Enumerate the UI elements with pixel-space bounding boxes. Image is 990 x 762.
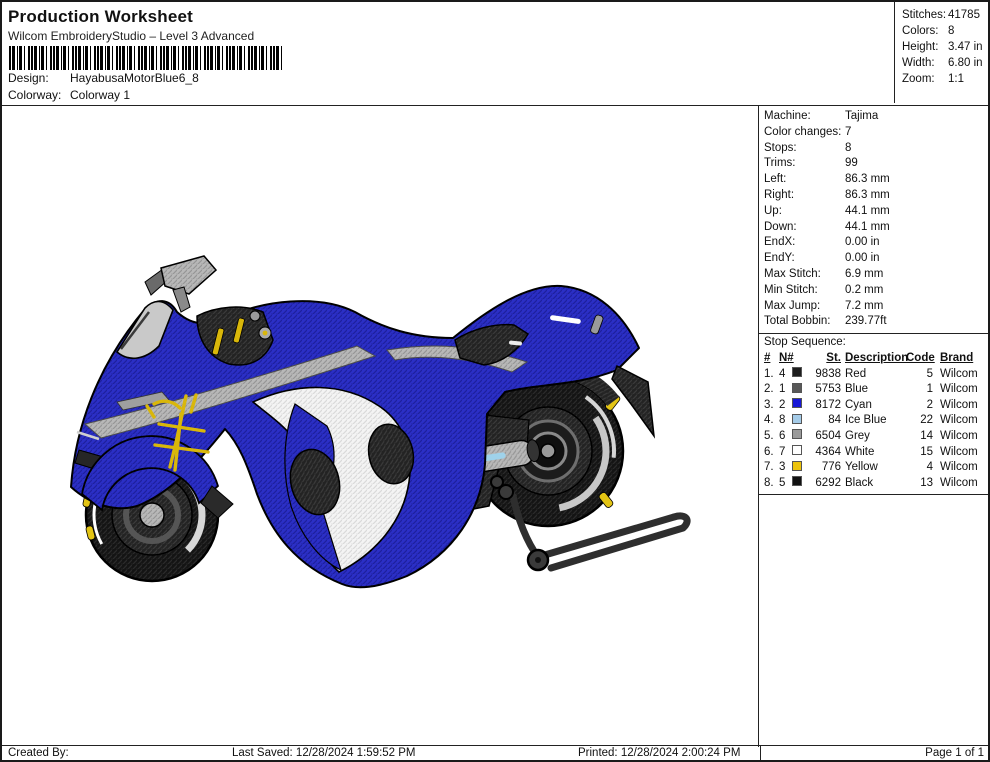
design-row: Design:HayabusaMotorBlue6_8 xyxy=(8,71,199,85)
summary-box: Stitches:41785 Colors:8 Height:3.47 in W… xyxy=(894,2,990,103)
footer-last-saved: Last Saved: 12/28/2024 1:59:52 PM xyxy=(232,747,416,759)
col-needle: N# xyxy=(779,352,792,364)
machine-row: Right:86.3 mm xyxy=(759,188,990,204)
stop-sequence-row: 1.49838Red5Wilcom xyxy=(759,366,990,382)
col-code: Code xyxy=(906,352,933,364)
machine-row: Machine:Tajima xyxy=(759,109,990,125)
software-subtitle: Wilcom EmbroideryStudio – Level 3 Advanc… xyxy=(8,29,254,43)
colorway-row: Colorway:Colorway 1 xyxy=(8,88,130,102)
machine-row: Max Stitch:6.9 mm xyxy=(759,267,990,283)
machine-row: Total Bobbin:239.77ft xyxy=(759,314,990,330)
machine-row: Min Stitch:0.2 mm xyxy=(759,283,990,299)
thread-swatch xyxy=(792,476,802,486)
machine-row: EndX:0.00 in xyxy=(759,235,990,251)
machine-row: EndY:0.00 in xyxy=(759,251,990,267)
production-worksheet-page: Production Worksheet Wilcom EmbroiderySt… xyxy=(0,0,990,762)
machine-row: Trims:99 xyxy=(759,156,990,172)
stop-sequence-title: Stop Sequence: xyxy=(759,335,990,350)
machine-row: Color changes:7 xyxy=(759,125,990,141)
footer-underline xyxy=(4,760,330,761)
footer-printed: Printed: 12/28/2024 2:00:24 PM xyxy=(578,747,740,759)
summary-width: Width:6.80 in xyxy=(902,55,990,71)
header-left: Production Worksheet Wilcom EmbroiderySt… xyxy=(2,2,894,103)
page-title: Production Worksheet xyxy=(8,7,193,27)
summary-stitches: Stitches:41785 xyxy=(902,7,990,23)
barcode xyxy=(9,46,282,70)
col-seq: # xyxy=(764,352,779,364)
col-description: Description xyxy=(845,352,906,364)
stop-sequence-header: # N# St. Description Code Brand xyxy=(759,350,990,366)
stop-sequence-row: 6.74364White15Wilcom xyxy=(759,444,990,460)
summary-zoom: Zoom:1:1 xyxy=(902,71,990,87)
stop-sequence-row: 2.15753Blue1Wilcom xyxy=(759,381,990,397)
panel-divider xyxy=(759,494,990,495)
thread-swatch xyxy=(792,445,802,455)
machine-row: Down:44.1 mm xyxy=(759,220,990,236)
colorway-label: Colorway: xyxy=(8,88,70,102)
stop-sequence-row: 4.884Ice Blue22Wilcom xyxy=(759,413,990,429)
footer-page-number: Page 1 of 1 xyxy=(925,747,984,759)
machine-row: Left:86.3 mm xyxy=(759,172,990,188)
design-preview-area xyxy=(2,105,758,747)
thread-swatch xyxy=(792,367,802,377)
design-preview-motorcycle xyxy=(57,254,707,599)
thread-swatch xyxy=(792,414,802,424)
footer-created-by: Created By: xyxy=(8,747,69,759)
stop-sequence-row: 7.3776Yellow4Wilcom xyxy=(759,459,990,475)
footer-divider xyxy=(760,746,761,761)
machine-row: Stops:8 xyxy=(759,141,990,157)
summary-height: Height:3.47 in xyxy=(902,39,990,55)
footer-underline xyxy=(334,760,758,761)
thread-swatch xyxy=(792,429,802,439)
design-label: Design: xyxy=(8,71,70,85)
design-value: HayabusaMotorBlue6_8 xyxy=(70,71,199,85)
machine-row: Max Jump:7.2 mm xyxy=(759,299,990,315)
colorway-value: Colorway 1 xyxy=(70,88,130,102)
summary-colors: Colors:8 xyxy=(902,23,990,39)
machine-row: Up:44.1 mm xyxy=(759,204,990,220)
col-stitches: St. xyxy=(807,352,841,364)
thread-swatch xyxy=(792,461,802,471)
col-brand: Brand xyxy=(940,352,982,364)
machine-info-panel: Machine:Tajima Color changes:7 Stops:8 T… xyxy=(758,105,990,747)
panel-divider xyxy=(759,333,990,334)
footer: Created By: Last Saved: 12/28/2024 1:59:… xyxy=(2,745,988,760)
stop-sequence-row: 8.56292Black13Wilcom xyxy=(759,475,990,491)
thread-swatch xyxy=(792,383,802,393)
stop-sequence-row: 5.66504Grey14Wilcom xyxy=(759,428,990,444)
thread-swatch xyxy=(792,398,802,408)
stop-sequence-row: 3.28172Cyan2Wilcom xyxy=(759,397,990,413)
